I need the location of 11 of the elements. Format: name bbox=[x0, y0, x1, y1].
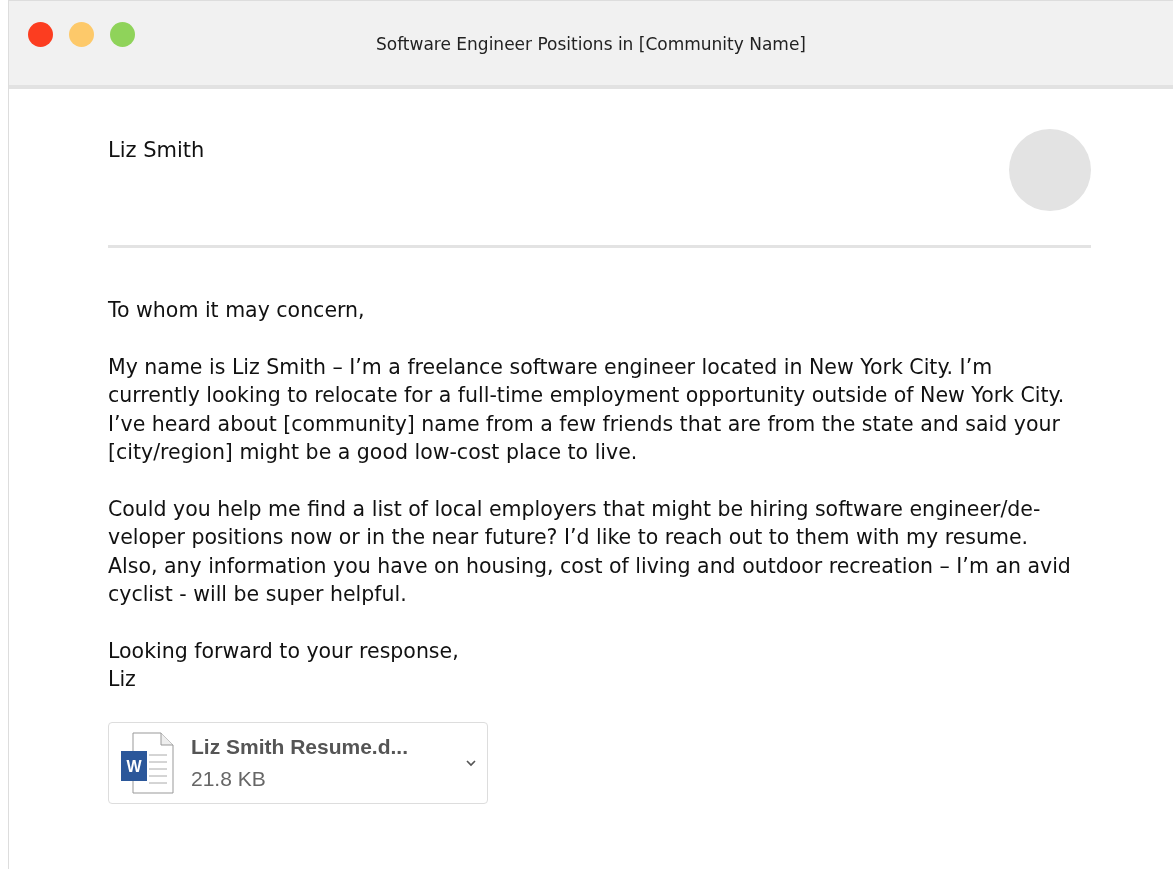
chevron-down-icon[interactable] bbox=[465, 758, 477, 767]
paragraph: Looking forward to your response, Liz bbox=[108, 637, 460, 693]
attachment[interactable]: W Liz Smith Resume.d... 21.8 KB bbox=[108, 721, 488, 804]
paragraph: Could you help me find a list of local employers that might be hiring software engineer/de-veloper positions now or in the near future? I’d like to reach out to them with my resume. Also, any information you have on housing, cost of living and outdoor recreation – I’m an avid cyclist - will be super helpful. bbox=[108, 495, 1072, 608]
paragraph: My name is Liz Smith – I’m a freelance software engineer located in New York City. I’m currently looking to relocate for a full-time employment opportunity outside of New York City. I’ve heard about [community] name from a few friends that are from the state and said your [city/region] might be a good low-cost place to live. bbox=[108, 353, 1066, 466]
window-title: Software Engineer Positions in [Community Name] bbox=[376, 33, 806, 56]
attachment-size: 21.8 KB bbox=[191, 765, 267, 792]
sender-name: Liz Smith bbox=[108, 137, 205, 164]
close-button[interactable] bbox=[28, 22, 53, 47]
attachment-name: Liz Smith Resume.d... bbox=[191, 734, 410, 760]
paragraph: To whom it may concern, bbox=[108, 297, 366, 324]
